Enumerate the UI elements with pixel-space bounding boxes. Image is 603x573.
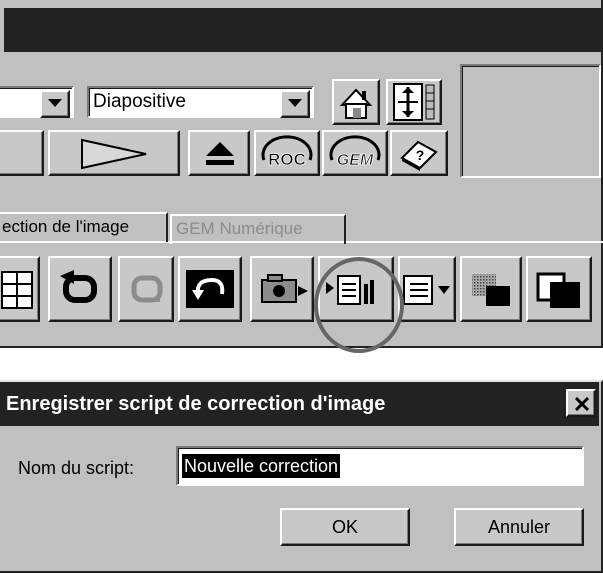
split-squares-icon [536,272,580,308]
ok-button[interactable]: OK [280,508,410,546]
close-icon [574,396,590,412]
film-strip-button[interactable] [386,79,442,125]
ok-button-label: OK [331,517,358,537]
scanner-app-window: Diapositive ROC GEM ? ection de l'image … [0,0,603,353]
film-type-value: Diapositive [93,91,186,112]
highlight-circle [314,257,404,353]
prescan-button[interactable] [0,130,44,176]
home-settings-button[interactable] [332,79,380,125]
undo-icon [186,270,234,308]
rounded-square-icon [131,275,163,303]
cancel-button-label: Annuler [487,517,551,537]
tab-gem-numerique-label: GEM Numérique [176,219,303,238]
tab-image-correction[interactable]: ection de l'image [0,212,168,242]
grid-view-button[interactable] [0,256,40,322]
gem-label: GEM [337,152,374,169]
film-type-dropdown-button[interactable] [280,90,310,118]
grid-icon [1,271,33,309]
help-book-icon: ? [400,140,438,171]
script-name-label: Nom du script: [18,458,135,478]
chevron-down-icon [288,99,302,107]
scan-mode-select[interactable] [0,86,74,118]
preview-info-panel [460,64,601,178]
refresh-button[interactable] [48,256,112,322]
svg-text:?: ? [416,147,425,163]
compare-overlay-button[interactable] [460,256,522,322]
gem-icon: GEM [329,135,381,169]
overlay-squares-icon [472,274,510,306]
save-script-dialog: Enregistrer script de correction d'image… [0,380,603,573]
script-name-input[interactable]: Nouvelle correction [176,446,584,486]
dialog-title: Enregistrer script de correction d'image [0,382,599,426]
play-triangle-icon [81,138,147,170]
film-strip-icon [393,83,435,121]
camera-icon [261,274,308,303]
eject-icon [206,142,234,165]
house-icon [339,88,373,119]
roc-button[interactable]: ROC [254,130,320,176]
script-name-value: Nouvelle correction [182,454,341,478]
scan-play-button[interactable] [48,130,180,176]
undo-button[interactable] [178,256,242,322]
load-script-dropdown-button[interactable] [398,256,456,322]
snapshot-button[interactable] [250,256,314,322]
eject-button[interactable] [188,130,250,176]
script-list-icon [403,275,450,305]
tab-image-correction-label: ection de l'image [2,217,130,236]
chevron-down-icon [48,99,62,107]
tab-gem-numerique[interactable]: GEM Numérique [170,214,346,244]
dialog-close-button[interactable] [566,389,596,417]
refresh-icon [60,270,97,303]
gem-button[interactable]: GEM [322,130,388,176]
cancel-button[interactable]: Annuler [454,508,584,546]
compare-split-button[interactable] [526,256,592,322]
film-type-select[interactable]: Diapositive [87,86,314,118]
roc-label: ROC [268,150,306,169]
help-button[interactable]: ? [390,130,448,176]
app-titlebar [4,8,601,52]
reset-button-disabled[interactable] [118,256,174,322]
roc-icon: ROC [261,135,313,169]
scan-mode-dropdown-button[interactable] [40,90,70,118]
